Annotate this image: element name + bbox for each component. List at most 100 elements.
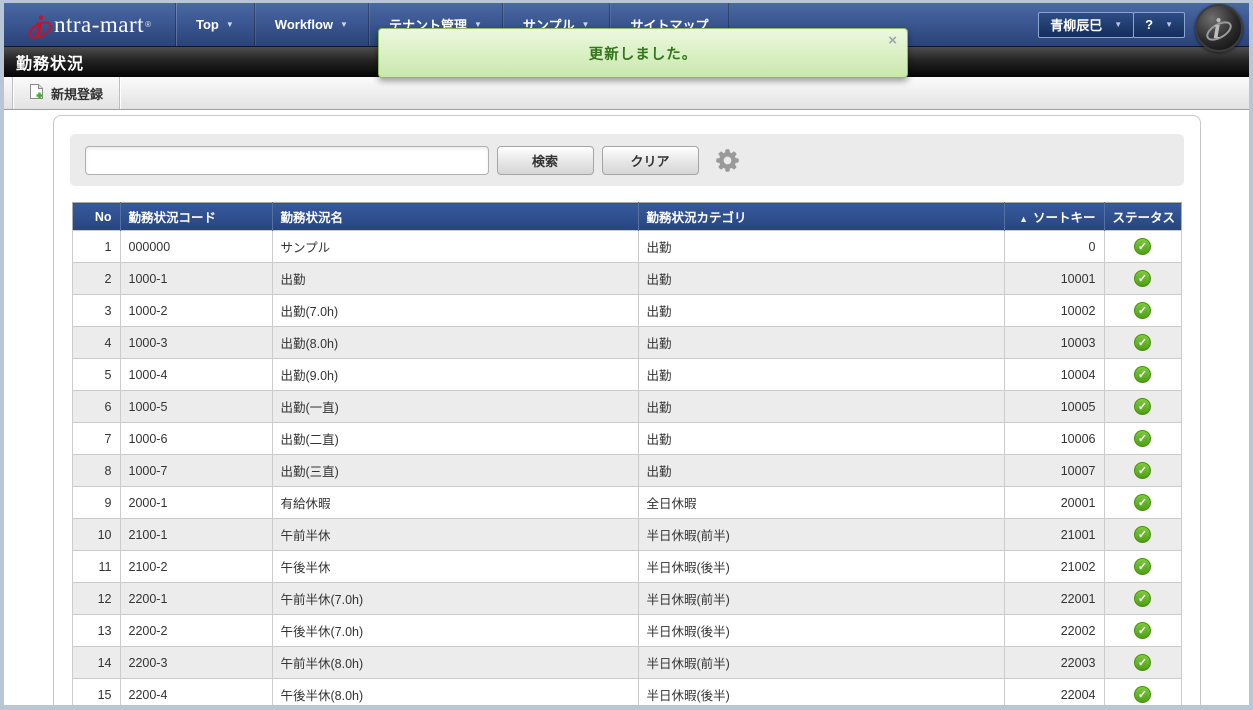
- cell-no: 8: [71, 454, 121, 487]
- cell-name: 出勤(二直): [271, 422, 639, 455]
- new-register-button[interactable]: 新規登録: [13, 77, 119, 109]
- status-cell: ✓: [1103, 326, 1182, 359]
- cell-sort_key: 10001: [1003, 262, 1105, 295]
- table-row[interactable]: 15 2200-4 午後半休(8.0h) 半日休暇(後半) 22004 ✓: [71, 678, 1182, 705]
- table-row[interactable]: 3 1000-2 出勤(7.0h) 出勤 10002 ✓: [71, 294, 1182, 327]
- nav-item-0[interactable]: Top ▼: [176, 3, 255, 46]
- search-panel: 検索 クリア: [69, 134, 1184, 186]
- clear-button[interactable]: クリア: [601, 145, 699, 175]
- status-cell: ✓: [1103, 358, 1182, 391]
- table-row[interactable]: 6 1000-5 出勤(一直) 出勤 10005 ✓: [71, 390, 1182, 423]
- cell-sort_key: 0: [1003, 230, 1105, 263]
- brand-logo[interactable]: i ntra-mart ®: [4, 3, 176, 46]
- table-row[interactable]: 4 1000-3 出勤(8.0h) 出勤 10003 ✓: [71, 326, 1182, 359]
- cell-name: 出勤(8.0h): [271, 326, 639, 359]
- cell-category: 出勤: [637, 358, 1005, 391]
- cell-code: 000000: [119, 230, 273, 263]
- search-button[interactable]: 検索: [496, 145, 594, 175]
- cell-code: 1000-1: [119, 262, 273, 295]
- status-enabled-check-icon: ✓: [1134, 462, 1151, 479]
- cell-category: 半日休暇(後半): [637, 614, 1005, 647]
- column-header-label: 勤務状況コード: [128, 211, 217, 225]
- cell-no: 5: [71, 358, 121, 391]
- work-status-table: No 勤務状況コード 勤務状況名 勤務状況カテゴリ ▲ ソートキー ステータス 1 00000…: [71, 202, 1182, 705]
- column-header-5[interactable]: ステータス: [1103, 202, 1181, 231]
- cell-sort_key: 22004: [1003, 678, 1105, 705]
- table-row[interactable]: 11 2100-2 午後半休 半日休暇(後半) 21002 ✓: [71, 550, 1182, 583]
- table-row[interactable]: 14 2200-3 午前半休(8.0h) 半日休暇(前半) 22003 ✓: [71, 646, 1182, 679]
- cell-category: 出勤: [637, 262, 1005, 295]
- table-row[interactable]: 9 2000-1 有給休暇 全日休暇 20001 ✓: [71, 486, 1182, 519]
- cell-name: 午前半休(8.0h): [271, 646, 639, 679]
- table-row[interactable]: 13 2200-2 午後半休(7.0h) 半日休暇(後半) 22002 ✓: [71, 614, 1182, 647]
- cell-category: 出勤: [637, 326, 1005, 359]
- table-row[interactable]: 10 2100-1 午前半休 半日休暇(前半) 21001 ✓: [71, 518, 1182, 551]
- toolbar-separator: [119, 77, 121, 109]
- column-header-label: ステータス: [1112, 211, 1176, 225]
- status-cell: ✓: [1103, 646, 1182, 679]
- cell-name: 出勤(9.0h): [271, 358, 639, 391]
- new-document-icon: [29, 83, 44, 103]
- cell-category: 出勤: [637, 230, 1005, 263]
- page-title: 勤務状況: [16, 56, 85, 73]
- cell-sort_key: 10002: [1003, 294, 1105, 327]
- table-row[interactable]: 8 1000-7 出勤(三直) 出勤 10007 ✓: [71, 454, 1182, 487]
- column-header-4[interactable]: ▲ ソートキー: [1003, 202, 1104, 231]
- cell-no: 4: [71, 326, 121, 359]
- table-row[interactable]: 5 1000-4 出勤(9.0h) 出勤 10004 ✓: [71, 358, 1182, 391]
- intra-mart-sphere-icon[interactable]: i: [1195, 4, 1243, 52]
- search-input[interactable]: [84, 145, 489, 175]
- table-row[interactable]: 2 1000-1 出勤 出勤 10001 ✓: [71, 262, 1182, 295]
- cell-sort_key: 10003: [1003, 326, 1105, 359]
- cell-code: 2100-1: [119, 518, 273, 551]
- status-enabled-check-icon: ✓: [1134, 334, 1151, 351]
- window-frame: i ntra-mart ® Top ▼ Workflow ▼ テナント管理 ▼ サンプル ▼ サイ…: [0, 0, 1253, 710]
- cell-sort_key: 10005: [1003, 390, 1105, 423]
- new-register-label: 新規登録: [51, 86, 104, 102]
- cell-name: サンプル: [271, 230, 639, 263]
- cell-no: 11: [71, 550, 121, 583]
- cell-category: 半日休暇(前半): [637, 646, 1005, 679]
- cell-name: 出勤(三直): [271, 454, 639, 487]
- help-menu-button[interactable]: ? ▼: [1133, 11, 1185, 38]
- user-menu-button[interactable]: 青柳辰巳 ▼: [1038, 11, 1135, 38]
- chevron-down-icon: ▼: [340, 20, 348, 29]
- nav-item-1[interactable]: Workflow ▼: [255, 3, 369, 46]
- cell-name: 午後半休(7.0h): [271, 614, 639, 647]
- cell-no: 14: [71, 646, 121, 679]
- status-cell: ✓: [1103, 582, 1182, 615]
- column-header-1[interactable]: 勤務状況コード: [119, 202, 272, 231]
- cell-no: 3: [71, 294, 121, 327]
- column-header-label: ソートキー: [1032, 211, 1096, 225]
- status-cell: ✓: [1103, 550, 1182, 583]
- cell-code: 2200-3: [119, 646, 273, 679]
- column-header-0[interactable]: No: [72, 202, 120, 231]
- cell-sort_key: 21001: [1003, 518, 1105, 551]
- cell-code: 2200-2: [119, 614, 273, 647]
- status-enabled-check-icon: ✓: [1134, 238, 1151, 255]
- status-enabled-check-icon: ✓: [1134, 430, 1151, 447]
- table-row[interactable]: 1 000000 サンプル 出勤 0 ✓: [71, 230, 1182, 263]
- cell-no: 6: [71, 390, 121, 423]
- cell-no: 9: [71, 486, 121, 519]
- settings-gear-icon[interactable]: [714, 147, 741, 174]
- column-header-2[interactable]: 勤務状況名: [271, 202, 638, 231]
- cell-category: 出勤: [637, 454, 1005, 487]
- status-enabled-check-icon: ✓: [1134, 526, 1151, 543]
- cell-sort_key: 20001: [1003, 486, 1105, 519]
- status-cell: ✓: [1103, 230, 1182, 263]
- cell-category: 半日休暇(後半): [637, 678, 1005, 705]
- user-name: 青柳辰巳: [1050, 18, 1103, 33]
- chevron-down-icon: ▼: [1165, 20, 1173, 29]
- cell-no: 10: [71, 518, 121, 551]
- cell-category: 出勤: [637, 422, 1005, 455]
- close-icon[interactable]: ×: [888, 33, 897, 48]
- cell-code: 1000-4: [119, 358, 273, 391]
- table-row[interactable]: 7 1000-6 出勤(二直) 出勤 10006 ✓: [71, 422, 1182, 455]
- column-header-3[interactable]: 勤務状況カテゴリ: [637, 202, 1004, 231]
- nav-item-label: Workflow: [274, 17, 334, 32]
- cell-category: 全日休暇: [637, 486, 1005, 519]
- notification-message: 更新しました。: [588, 46, 698, 63]
- table-row[interactable]: 12 2200-1 午前半休(7.0h) 半日休暇(前半) 22001 ✓: [71, 582, 1182, 615]
